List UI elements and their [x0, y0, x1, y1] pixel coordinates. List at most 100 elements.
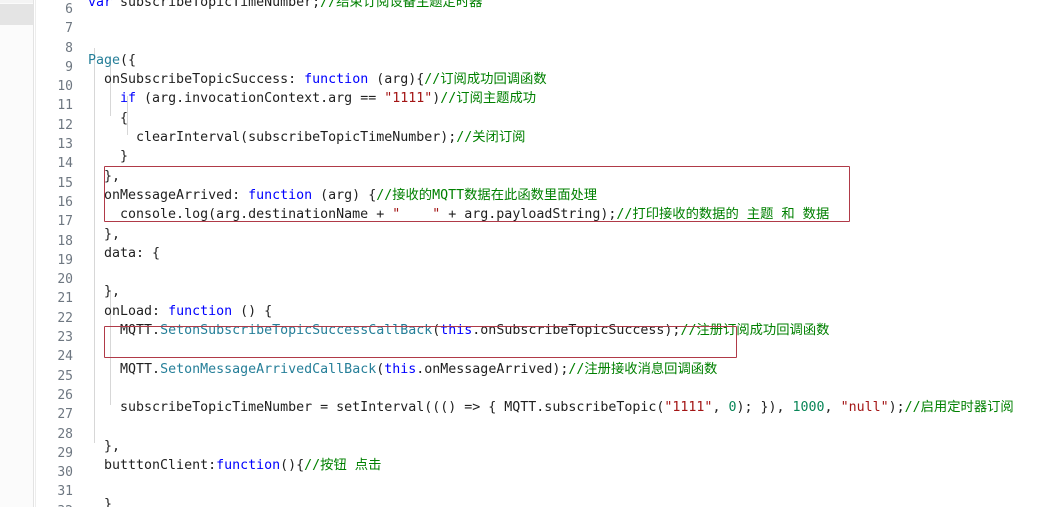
code-token-num: 1000 — [792, 400, 825, 416]
code-token-cmt: //注册订阅成功回调函数 — [680, 323, 830, 339]
code-token-plain: onSubscribeTopicSuccess: — [88, 72, 305, 88]
code-token-plain: }, — [88, 284, 121, 300]
code-line[interactable]: onSubscribeTopicSuccess: function (arg){… — [88, 70, 1060, 89]
code-token-plain: data: { — [88, 245, 161, 261]
line-number: 6 — [65, 2, 73, 17]
code-token-plain: (arg) { — [312, 187, 377, 203]
code-token-plain: ); }), — [736, 400, 793, 416]
line-number: 19 — [57, 252, 73, 268]
code-line[interactable] — [88, 32, 1060, 51]
line-number: 17 — [57, 214, 73, 230]
code-token-plain: (arg.invocationContext.arg == — [136, 91, 385, 107]
line-number: 18 — [57, 233, 73, 249]
code-token-str: "1111" — [664, 400, 713, 416]
line-number: 27 — [57, 407, 73, 423]
code-token-plain: MQTT. — [88, 361, 161, 377]
line-number: 29 — [57, 445, 73, 461]
code-line[interactable]: }, — [88, 282, 1060, 301]
line-number: 22 — [57, 310, 73, 326]
code-token-plain: onLoad: — [88, 303, 169, 319]
code-line[interactable] — [88, 475, 1060, 494]
line-number: 23 — [57, 330, 73, 346]
code-token-plain: (arg){ — [368, 72, 425, 88]
code-token-kw: function — [216, 458, 281, 474]
code-token-plain: , — [824, 400, 841, 416]
line-number: 32 — [36, 502, 82, 507]
code-line[interactable]: if (arg.invocationContext.arg == "1111")… — [88, 89, 1060, 108]
code-line[interactable]: clearInterval(subscribeTopicTimeNumber);… — [88, 128, 1060, 147]
line-number: 26 — [57, 387, 73, 403]
overview-top-line — [0, 0, 33, 3]
code-token-plain: () { — [232, 303, 273, 319]
overview-scroll-strip[interactable] — [0, 0, 33, 507]
code-token-plain: } — [88, 496, 113, 507]
code-line[interactable] — [88, 263, 1060, 282]
code-token-cmt: //按钮 点击 — [304, 458, 382, 474]
line-number: 10 — [57, 79, 73, 95]
line-number-gutter: 6 7 8 9 10 11 12 13 14 15 16 17 18 19 20 21 22 23 24 25 26 27… — [36, 0, 82, 507]
code-token-cmt: //结束订阅设备主题定时器 — [320, 0, 483, 10]
code-token-kw: this — [440, 323, 473, 339]
code-line[interactable]: subscribeTopicTimeNumber = setInterval((… — [88, 398, 1060, 417]
line-number: 12 — [57, 117, 73, 133]
code-token-plain: subscribeTopicTimeNumber = setInterval((… — [88, 400, 665, 416]
code-line[interactable]: console.log(arg.destinationName + " " + … — [88, 205, 1060, 224]
code-token-plain: .onSubscribeTopicSuccess); — [472, 323, 681, 339]
code-token-cmt: //打印接收的数据的 主题 和 数据 — [616, 207, 830, 223]
code-line[interactable]: MQTT.SetonSubscribeTopicSuccessCallBack(… — [88, 321, 1060, 340]
code-line[interactable]: onMessageArrived: function (arg) {//接收的M… — [88, 186, 1060, 205]
code-token-type: SetonMessageArrivedCallBack — [160, 361, 377, 377]
code-token-plain: onMessageArrived: — [88, 187, 249, 203]
code-token-plain: clearInterval(subscribeTopicTimeNumber); — [88, 130, 457, 146]
code-line[interactable]: data: { — [88, 244, 1060, 263]
code-line[interactable] — [88, 12, 1060, 31]
code-token-plain: + arg.payloadString); — [440, 207, 617, 223]
line-number: 30 — [57, 465, 73, 481]
code-token-str: "null" — [840, 400, 889, 416]
code-line[interactable]: }, — [88, 167, 1060, 186]
line-number: 13 — [57, 137, 73, 153]
code-token-kw: function — [168, 303, 233, 319]
code-line[interactable]: }, — [88, 225, 1060, 244]
code-token-plain: ({ — [120, 52, 137, 68]
code-lines: var subscribeTopicTimeNumber;//结束订阅设备主题定… — [82, 0, 1060, 507]
code-token-kw: if — [120, 91, 137, 107]
line-number: 15 — [57, 175, 73, 191]
code-line[interactable]: } — [88, 495, 1060, 507]
code-line[interactable]: MQTT.SetonMessageArrivedCallBack(this.on… — [88, 360, 1060, 379]
code-token-plain: (){ — [280, 458, 305, 474]
line-number: 21 — [57, 291, 73, 307]
code-line[interactable]: butttonClient:function(){//按钮 点击 — [88, 456, 1060, 475]
code-line[interactable]: var subscribeTopicTimeNumber;//结束订阅设备主题定… — [88, 0, 1060, 12]
line-number: 14 — [57, 156, 73, 172]
code-token-plain: console.log(arg.destinationName + — [88, 207, 393, 223]
line-number: 20 — [57, 272, 73, 288]
code-token-kw: function — [304, 72, 369, 88]
code-token-str: " " — [392, 207, 441, 223]
code-token-kw: function — [248, 187, 313, 203]
code-line[interactable]: Page({ — [88, 51, 1060, 70]
code-token-plain: ); — [888, 400, 905, 416]
code-token-str: "1111" — [384, 91, 433, 107]
code-line[interactable]: } — [88, 147, 1060, 166]
code-content-area[interactable]: var subscribeTopicTimeNumber;//结束订阅设备主题定… — [82, 0, 1060, 507]
code-token-plain: } — [88, 149, 129, 165]
code-token-kw: var — [88, 0, 121, 10]
code-token-plain: subscribeTopicTimeNumber; — [120, 0, 321, 10]
code-line[interactable]: }, — [88, 437, 1060, 456]
line-number: 9 — [65, 59, 73, 75]
line-number: 25 — [57, 368, 73, 384]
code-token-plain: }, — [88, 168, 121, 184]
code-token-type: Page — [88, 52, 121, 68]
code-line[interactable] — [88, 418, 1060, 437]
code-token-cmt: //订阅主题成功 — [440, 91, 537, 107]
code-line[interactable] — [88, 340, 1060, 359]
code-token-kw: this — [384, 361, 417, 377]
code-line[interactable]: { — [88, 109, 1060, 128]
code-line[interactable] — [88, 379, 1060, 398]
code-line[interactable]: onLoad: function () { — [88, 302, 1060, 321]
code-token-cmt: //启用定时器订阅 — [904, 400, 1014, 416]
line-number: 24 — [57, 349, 73, 365]
overview-scroll-thumb[interactable] — [0, 4, 33, 25]
